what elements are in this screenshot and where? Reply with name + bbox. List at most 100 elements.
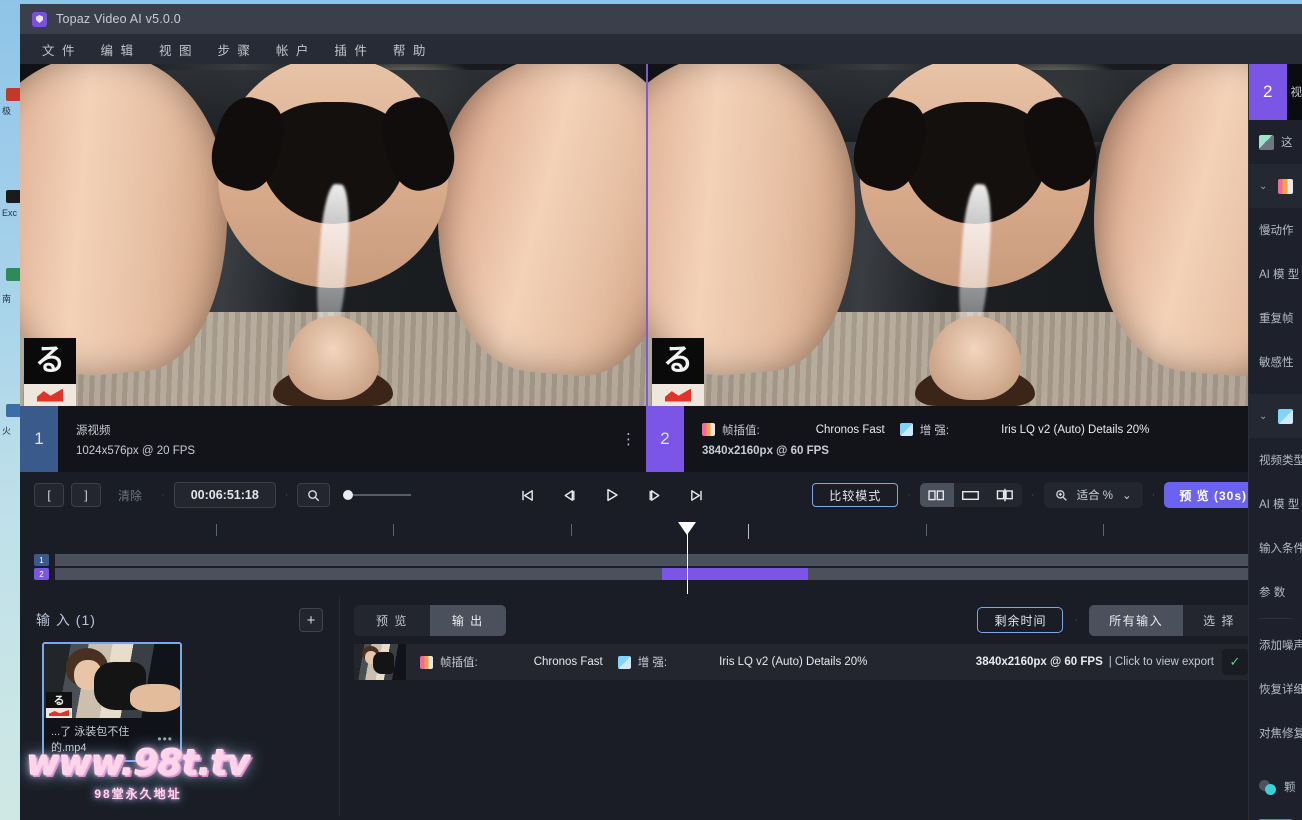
timeline-preview-segment[interactable]: [661, 568, 809, 580]
sidebar-preset-label: 这: [1281, 137, 1293, 149]
zoom-slider-knob[interactable]: [343, 490, 354, 500]
divider-dot: ·: [1074, 614, 1079, 626]
remaining-time-button[interactable]: 剩余时间: [977, 607, 1064, 633]
source-badge-glyph: る: [24, 338, 76, 384]
sidebar-item-parameters[interactable]: 参 数: [1249, 570, 1302, 614]
next-frame-button[interactable]: [647, 488, 662, 503]
sidebar-item-ai-model[interactable]: AI 模 型: [1249, 252, 1302, 296]
preview-output-panel[interactable]: る: [648, 64, 1302, 406]
sidebar-output-number: 2: [1249, 64, 1287, 120]
skip-to-end-button[interactable]: [689, 488, 704, 503]
output-pane: 预 览 输 出 剩余时间 · 所有输入 选 择 ▲▼: [340, 596, 1302, 816]
output-row-view-export-link[interactable]: | Click to view export: [1109, 656, 1214, 668]
frame-interp-icon: [1278, 178, 1293, 194]
transport-toolbar: [ ] 清除 · 00:06:51:18 · 比较模式 · · 适合 % ⌄ ·…: [20, 472, 1302, 518]
desktop-label-4: 火: [2, 426, 12, 436]
play-button[interactable]: [604, 487, 620, 503]
timeline-playhead[interactable]: [678, 522, 696, 594]
zoom-slider-rail[interactable]: [353, 494, 412, 496]
timeline-track-source[interactable]: 1: [34, 554, 1288, 566]
sidebar-item-ai-model-2[interactable]: AI 模 型: [1249, 482, 1302, 526]
menu-item-account[interactable]: 帐 户: [264, 36, 322, 63]
settings-sidebar: 2 视 这 ⌄ 慢动作 AI 模 型 重复帧 敏感性 ⌄ 视频类型 AI 模 型…: [1248, 64, 1302, 820]
sidebar-item-duplicate-frames[interactable]: 重复帧: [1249, 296, 1302, 340]
output-enhance-label: 增 强:: [637, 657, 668, 669]
chevron-down-icon[interactable]: ⌄: [1122, 488, 1132, 502]
menu-item-steps[interactable]: 步 骤: [205, 36, 263, 63]
zoom-level-label: 适合 %: [1076, 490, 1113, 502]
output-row-thumbnail: [354, 644, 406, 680]
divider-dot: ·: [284, 489, 289, 501]
sidebar-item-add-noise[interactable]: 添加噪声: [1249, 623, 1302, 667]
info-bar-source-kebab-menu-icon[interactable]: ⋮: [612, 406, 646, 472]
timeline-track-output[interactable]: 2: [34, 568, 1288, 580]
mark-out-button[interactable]: ]: [71, 483, 101, 507]
skip-to-start-button[interactable]: [520, 488, 535, 503]
single-view-icon[interactable]: [954, 483, 988, 507]
input-pane: 输 入 (1) + る ...了 泳装包不住的.mp4 ••• www.98t.…: [20, 596, 340, 816]
zoom-slider[interactable]: [343, 490, 412, 500]
info-bars: 1 源视频 1024x576px @ 20 FPS ⋮ 2 帧插值: Chron…: [20, 406, 1302, 472]
sidebar-group-frame-interpolation[interactable]: ⌄: [1249, 164, 1302, 208]
mark-in-button[interactable]: [: [34, 483, 64, 507]
output-confirm-icon[interactable]: ✓: [1222, 649, 1248, 675]
tab-output[interactable]: 输 出: [429, 604, 506, 636]
zoom-level-control[interactable]: 适合 % ⌄: [1043, 482, 1143, 508]
sidebar-item-input-condition[interactable]: 输入条件: [1249, 526, 1302, 570]
menu-item-help[interactable]: 帮 助: [381, 36, 439, 63]
previous-frame-button[interactable]: [562, 488, 577, 503]
filter-selected[interactable]: 选 择: [1183, 605, 1255, 636]
filter-all-inputs[interactable]: 所有输入: [1089, 604, 1184, 636]
sidebar-item-recover-detail[interactable]: 恢复详细: [1249, 667, 1302, 711]
preview-output-frame: [648, 64, 1302, 406]
output-pane-header: 预 览 输 出 剩余时间 · 所有输入 选 择 ▲▼: [340, 596, 1302, 644]
desktop-icon-4: [6, 404, 21, 417]
preview-source-panel[interactable]: る: [20, 64, 646, 406]
menu-item-edit[interactable]: 编 辑: [88, 36, 146, 63]
output-row[interactable]: 帧插值: Chronos Fast 增 强: Iris LQ v2 (Auto)…: [354, 644, 1288, 680]
input-item-meta: ...了 泳装包不住的.mp4 •••: [44, 718, 180, 760]
split-view-icon[interactable]: [919, 483, 954, 507]
timeline[interactable]: 1 2: [20, 518, 1302, 596]
timeline-track2-number: 2: [34, 568, 49, 580]
info-bar-output-resolution: 3840x2160px @ 60 FPS: [702, 444, 829, 457]
output-filter-group: 所有输入 选 择: [1089, 604, 1255, 636]
menu-item-view[interactable]: 视 图: [147, 36, 205, 63]
output-badge-glyph: る: [652, 338, 704, 384]
tab-preview[interactable]: 预 览: [354, 605, 430, 636]
info-bar-source-title: 源视频: [76, 424, 111, 437]
menu-item-plugins[interactable]: 插 件: [322, 36, 380, 63]
compare-mode-button[interactable]: 比较模式: [812, 483, 899, 507]
timeline-track2-bar[interactable]: [55, 568, 1288, 580]
topaz-logo-icon: [32, 11, 47, 27]
input-pane-header: 输 入 (1) +: [20, 596, 339, 640]
input-thumbnail-badge: る: [46, 692, 72, 708]
desktop-label-2: Exc: [2, 208, 18, 218]
output-frame-label: 帧插值:: [440, 657, 478, 669]
input-thumbnail: る: [44, 644, 180, 718]
info-bar-source: 1 源视频 1024x576px @ 20 FPS ⋮: [20, 406, 646, 472]
timecode-display[interactable]: 00:06:51:18: [173, 482, 276, 508]
magnifier-icon[interactable]: [297, 483, 331, 507]
sidebar-group-grain[interactable]: 颗: [1249, 765, 1302, 809]
sidebar-item-slow-motion[interactable]: 慢动作: [1249, 208, 1302, 252]
sidebar-item-focus-fix[interactable]: 对焦修复: [1249, 711, 1302, 755]
input-item-more-icon[interactable]: •••: [157, 732, 173, 746]
sidebar-preset-row[interactable]: 这: [1249, 120, 1302, 164]
chevron-down-icon[interactable]: ⌄: [1259, 411, 1271, 422]
preview-source-frame: [20, 64, 646, 406]
sidebar-item-video-type[interactable]: 视频类型: [1249, 438, 1302, 482]
add-input-button[interactable]: +: [299, 608, 323, 632]
timeline-ruler[interactable]: [38, 522, 1288, 539]
enhancement-icon: [617, 655, 631, 669]
chevron-down-icon[interactable]: ⌄: [1259, 181, 1271, 192]
overlay-view-icon[interactable]: [988, 483, 1022, 507]
menu-item-file[interactable]: 文 件: [30, 36, 88, 63]
sidebar-group-enhancement[interactable]: ⌄: [1249, 394, 1302, 438]
clear-marks-button[interactable]: 清除: [108, 483, 152, 507]
input-list-item[interactable]: る ...了 泳装包不住的.mp4 •••: [42, 642, 182, 762]
bottom-area: 输 入 (1) + る ...了 泳装包不住的.mp4 ••• www.98t.…: [20, 596, 1302, 816]
timeline-track1-bar[interactable]: [55, 554, 1288, 566]
sidebar-item-sensitivity[interactable]: 敏感性: [1249, 340, 1302, 384]
sidebar-output-title: 视: [1290, 87, 1302, 99]
